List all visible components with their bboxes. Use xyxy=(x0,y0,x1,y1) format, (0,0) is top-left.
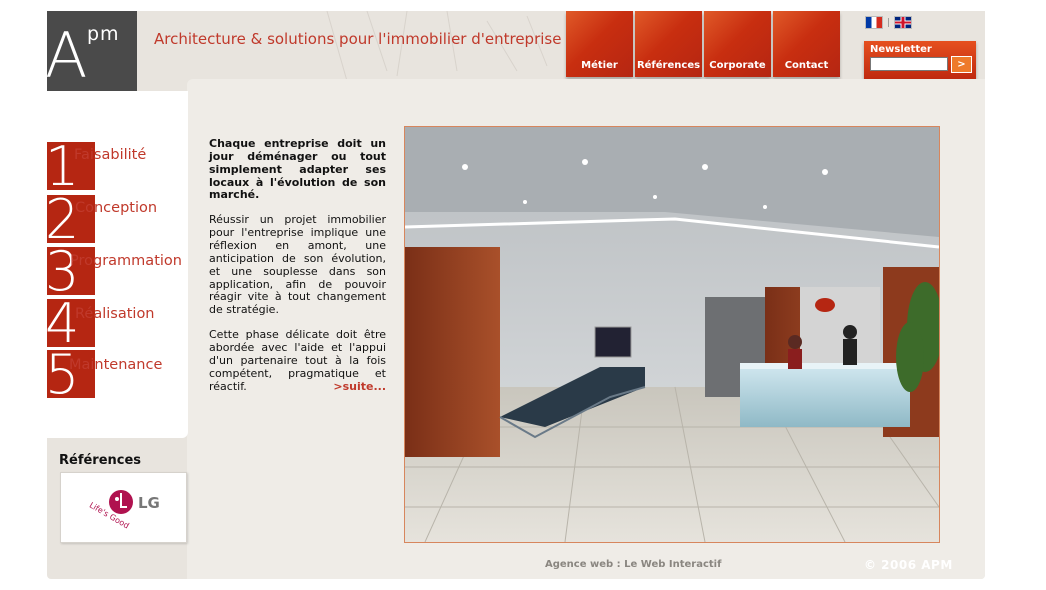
read-more-link[interactable]: >suite... xyxy=(333,380,386,394)
lobby-illustration xyxy=(405,127,939,542)
step-conception[interactable]: Conception xyxy=(75,200,157,216)
copyright: © 2006 APM xyxy=(864,558,953,572)
nav-metier[interactable]: Métier xyxy=(566,11,633,77)
lobby-photo xyxy=(404,126,940,543)
newsletter-email-input[interactable] xyxy=(870,57,948,71)
apm-logo[interactable]: A pm xyxy=(47,11,137,91)
page-frame: A pm Architecture & solutions pour l'imm… xyxy=(47,11,985,579)
lg-logo-icon xyxy=(109,490,133,514)
uk-flag-icon[interactable] xyxy=(894,16,913,29)
lg-reference-logo[interactable]: LG Life's Good xyxy=(60,472,187,543)
lg-logo-text: LG xyxy=(138,494,160,512)
main-nav: Métier Références Corporate Contact xyxy=(566,11,840,77)
nav-references[interactable]: Références xyxy=(635,11,702,77)
intro-text: Chaque entreprise doit un jour déménager… xyxy=(209,137,386,405)
language-separator: | xyxy=(887,17,891,28)
newsletter-submit-button[interactable]: > xyxy=(951,56,972,73)
logo-suffix: pm xyxy=(87,23,120,45)
logo-letter: A xyxy=(47,19,88,92)
step-realisation[interactable]: Réalisation xyxy=(75,306,155,322)
intro-paragraph-2: Cette phase délicate doit être abordée a… xyxy=(209,328,386,394)
french-flag-icon[interactable] xyxy=(865,16,883,29)
language-switcher: | xyxy=(865,16,913,29)
newsletter-label: Newsletter xyxy=(870,44,932,55)
nav-corporate[interactable]: Corporate xyxy=(704,11,771,77)
newsletter-box: Newsletter > xyxy=(864,41,976,79)
site-tagline: Architecture & solutions pour l'immobili… xyxy=(154,30,562,48)
agency-credit-link[interactable]: Agence web : Le Web Interactif xyxy=(545,559,721,570)
step-faisabilite[interactable]: Faisabilité xyxy=(74,147,146,163)
step-maintenance[interactable]: Maintenance xyxy=(69,357,162,373)
intro-paragraph-1: Réussir un projet immobilier pour l'entr… xyxy=(209,213,386,317)
step-programmation[interactable]: Programmation xyxy=(70,253,182,269)
nav-contact[interactable]: Contact xyxy=(773,11,840,77)
intro-lead: Chaque entreprise doit un jour déménager… xyxy=(209,137,386,202)
references-title: Références xyxy=(59,453,142,468)
